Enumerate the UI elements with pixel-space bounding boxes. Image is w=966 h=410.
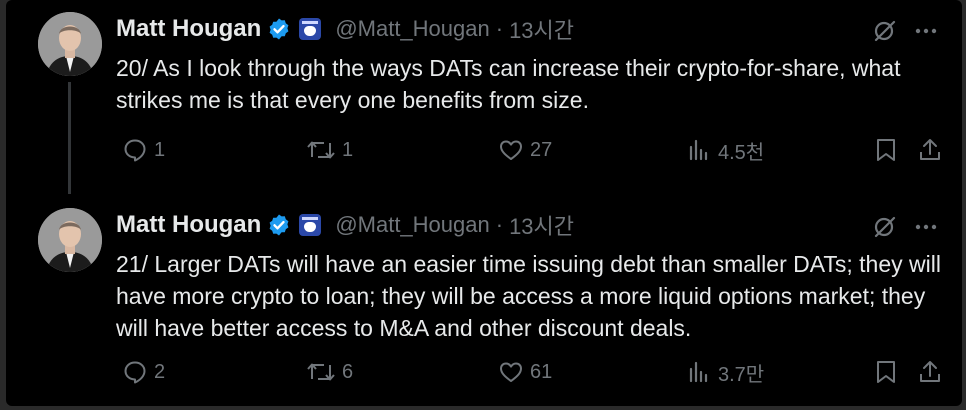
share-icon — [920, 361, 940, 382]
timeline: Matt Hougan @Matt_Hougan · 13시간 20/ As I… — [6, 0, 962, 406]
author-name[interactable]: Matt Hougan — [116, 211, 261, 239]
views-button[interactable]: 4.5천 — [686, 134, 764, 166]
tweet[interactable]: Matt Hougan @Matt_Hougan · 13시간 20/ As I… — [6, 0, 962, 200]
repost-icon — [307, 141, 335, 159]
tweet-text: 21/ Larger DATs will have an easier time… — [116, 251, 941, 341]
verified-badge-icon[interactable] — [267, 213, 291, 237]
views-button[interactable]: 3.7만 — [686, 356, 764, 388]
avatar[interactable] — [38, 208, 102, 272]
tweet[interactable]: Matt Hougan @Matt_Hougan · 13시간 21/ Larg… — [6, 196, 962, 406]
views-count: 3.7만 — [718, 363, 765, 386]
bookmark-icon — [877, 139, 895, 161]
share-icon — [920, 139, 940, 160]
like-count: 61 — [530, 360, 553, 383]
repost-icon — [307, 363, 335, 381]
bookmark-icon — [877, 361, 895, 383]
repost-count: 1 — [342, 138, 354, 161]
reply-button[interactable]: 2 — [122, 356, 165, 388]
separator: · — [495, 16, 504, 41]
author-handle[interactable]: @Matt_Hougan — [335, 212, 489, 238]
views-count: 4.5천 — [718, 141, 765, 164]
bookmark-button[interactable] — [874, 134, 898, 166]
grok-icon[interactable] — [872, 18, 898, 44]
action-bar: 1 1 27 4.5천 — [116, 134, 946, 166]
author-handle[interactable]: @Matt_Hougan — [335, 16, 489, 42]
more-icon[interactable] — [914, 215, 938, 239]
like-icon — [500, 362, 522, 382]
grok-icon[interactable] — [872, 214, 898, 240]
repost-count: 6 — [342, 360, 354, 383]
like-count: 27 — [530, 138, 553, 161]
affiliate-badge-icon[interactable] — [299, 18, 322, 40]
tweet-text: 20/ As I look through the ways DATs can … — [116, 55, 901, 113]
more-icon[interactable] — [914, 19, 938, 43]
reply-icon — [124, 139, 146, 162]
verified-badge-icon[interactable] — [267, 17, 291, 41]
like-icon — [500, 140, 522, 160]
tweet-header: Matt Hougan @Matt_Hougan · 13시간 — [116, 210, 574, 240]
timestamp[interactable]: 13시간 — [509, 13, 574, 45]
tweet-top-actions — [856, 18, 938, 44]
affiliate-badge-icon[interactable] — [299, 214, 322, 236]
like-button[interactable]: 27 — [498, 134, 552, 166]
repost-button[interactable]: 1 — [306, 134, 353, 166]
repost-button[interactable]: 6 — [306, 356, 353, 388]
thread-line — [68, 82, 71, 194]
views-icon — [689, 361, 708, 383]
bookmark-button[interactable] — [874, 356, 898, 388]
separator: · — [495, 212, 504, 237]
reply-count: 2 — [154, 360, 166, 383]
timestamp[interactable]: 13시간 — [509, 209, 574, 241]
views-icon — [689, 139, 708, 161]
avatar[interactable] — [38, 12, 102, 76]
tweet-top-actions — [856, 214, 938, 240]
reply-icon — [124, 361, 146, 384]
action-bar: 2 6 61 3.7만 — [116, 356, 946, 388]
share-button[interactable] — [918, 356, 942, 388]
tweet-header: Matt Hougan @Matt_Hougan · 13시간 — [116, 14, 574, 44]
share-button[interactable] — [918, 134, 942, 166]
like-button[interactable]: 61 — [498, 356, 552, 388]
author-name[interactable]: Matt Hougan — [116, 15, 261, 43]
reply-button[interactable]: 1 — [122, 134, 165, 166]
reply-count: 1 — [154, 138, 166, 161]
